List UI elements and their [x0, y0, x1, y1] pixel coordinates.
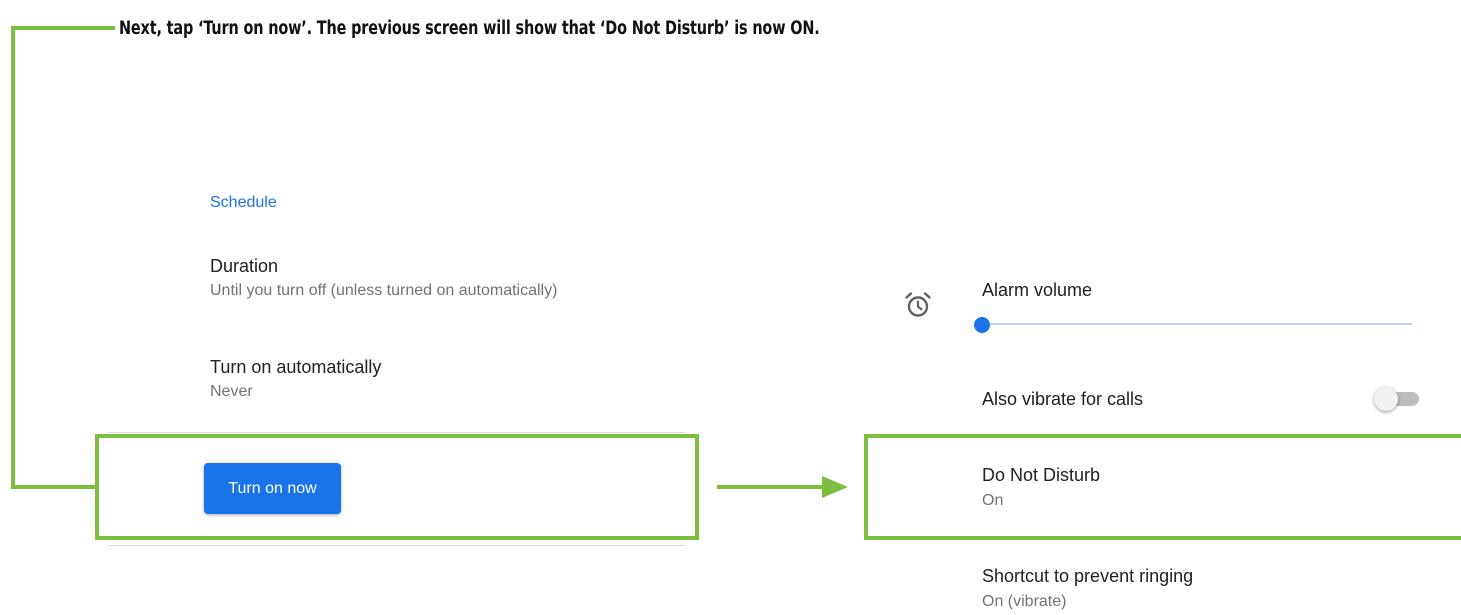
setting-turn-on-automatically[interactable]: Turn on automatically Never	[210, 357, 690, 409]
setting-subtitle: Never	[210, 383, 253, 400]
divider-top	[108, 432, 686, 433]
setting-duration[interactable]: Duration Until you turn off (unless turn…	[210, 256, 690, 308]
connector-line-top	[11, 26, 115, 30]
alarm-clock-icon	[905, 292, 931, 317]
setting-title: Duration	[210, 256, 279, 276]
also-vibrate-toggle-knob[interactable]	[1374, 387, 1398, 411]
highlight-turn-on-now	[95, 434, 699, 540]
connector-line-vertical	[11, 26, 15, 489]
arrow-shaft	[717, 485, 825, 489]
arrow-head-icon	[822, 476, 848, 498]
also-vibrate-label[interactable]: Also vibrate for calls	[982, 389, 1143, 410]
divider-bottom	[108, 545, 686, 546]
setting-shortcut-prevent-ringing[interactable]: Shortcut to prevent ringing On (vibrate)	[982, 566, 1452, 615]
alarm-volume-slider-thumb[interactable]	[974, 317, 990, 333]
instruction-text: Next, tap ‘Turn on now’. The previous sc…	[119, 18, 820, 39]
setting-title: Shortcut to prevent ringing	[982, 566, 1194, 586]
connector-line-bottom	[11, 485, 97, 489]
section-header-schedule: Schedule	[210, 194, 277, 211]
alarm-volume-slider-track[interactable]	[982, 323, 1412, 325]
setting-subtitle: Until you turn off (unless turned on aut…	[210, 282, 558, 299]
alarm-volume-label: Alarm volume	[982, 280, 1093, 300]
setting-title: Turn on automatically	[210, 357, 382, 377]
highlight-do-not-disturb	[864, 434, 1461, 540]
setting-subtitle: On (vibrate)	[982, 593, 1067, 610]
